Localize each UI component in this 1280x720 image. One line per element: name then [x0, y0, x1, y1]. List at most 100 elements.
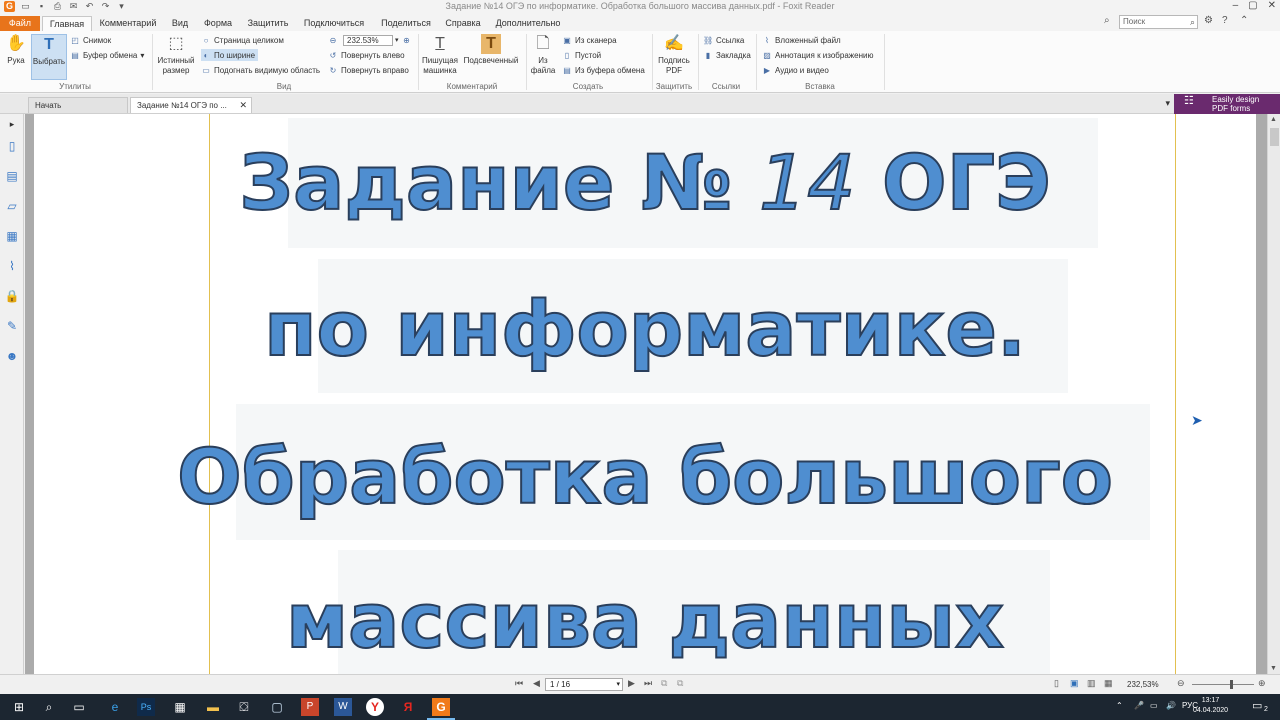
image-annotation-button[interactable]: ▨ Аннотация к изображению [762, 49, 873, 61]
clock[interactable]: 13:17 04.04.2020 [1193, 696, 1228, 716]
tab-extra[interactable]: Дополнительно [492, 16, 564, 31]
photoshop-icon[interactable]: Ps [137, 698, 155, 716]
zoom-input[interactable]: 232.53% [343, 34, 393, 46]
rotate-right-button[interactable]: ↻ Повернуть вправо [328, 64, 409, 76]
link-button[interactable]: ⛓ Ссылка [703, 34, 744, 46]
search-icon[interactable]: ⌕ [1190, 16, 1195, 28]
volume-icon[interactable]: 🔊 [1166, 701, 1176, 710]
close-tab-icon[interactable]: ✕ [239, 98, 247, 113]
select-tool-button[interactable]: T Выбрать [31, 34, 67, 80]
blank-button[interactable]: ▯ Пустой [562, 49, 601, 61]
tab-help[interactable]: Справка [442, 16, 484, 31]
tab-document[interactable]: Задание №14 ОГЭ по ... ✕ [130, 97, 252, 113]
zoom-level[interactable]: 232,53% [1127, 680, 1159, 689]
yandex-browser-icon[interactable]: Y [366, 698, 384, 716]
page-number-input[interactable]: 1 / 16 ▾ [545, 678, 623, 691]
layers-icon[interactable]: ▱ [4, 198, 20, 214]
file-explorer-icon[interactable]: ▬ [204, 698, 222, 716]
next-view-icon[interactable]: ⧉ [677, 678, 683, 689]
from-scanner-button[interactable]: ▣ Из сканера [562, 34, 616, 46]
previous-view-icon[interactable]: ⧉ [661, 678, 667, 689]
hand-tool-button[interactable]: ✋ Рука [4, 34, 28, 66]
sign-pdf-button[interactable]: ✍ Подпись PDF [656, 34, 692, 76]
tab-file[interactable]: Файл [0, 16, 40, 31]
from-file-button[interactable]: 🗋 Из файла [530, 34, 556, 76]
store-icon[interactable]: ⛋ [235, 698, 253, 716]
design-forms-banner[interactable]: ☷ Easily design PDF forms [1174, 94, 1280, 114]
foxit-reader-taskbar-icon[interactable]: G [427, 698, 455, 720]
fit-visible-button[interactable]: ▭ Подогнать видимую область [201, 64, 320, 76]
bookmark-button[interactable]: ▮ Закладка [703, 49, 751, 61]
powerpoint-icon[interactable]: P [301, 698, 319, 716]
find-icon[interactable]: ⌕ [1104, 15, 1110, 26]
scroll-down-icon[interactable]: ▼ [1270, 665, 1277, 672]
scroll-thumb[interactable] [1270, 128, 1279, 146]
app-icon[interactable]: ▢ [268, 698, 286, 716]
search-input[interactable]: Поиск ⌕ [1119, 15, 1198, 29]
snapshot-button[interactable]: ◰ Снимок [70, 34, 111, 46]
word-icon[interactable]: W [334, 698, 352, 716]
zoom-slider[interactable] [1192, 680, 1254, 689]
attachments-icon[interactable]: ⌇ [4, 258, 20, 274]
yandex-icon[interactable]: Я [399, 698, 417, 716]
zoom-in-icon[interactable]: ⊕ [402, 36, 412, 45]
chevron-down-icon[interactable]: ▾ [616, 679, 620, 690]
tab-protect[interactable]: Защитить [244, 16, 292, 31]
document-viewport[interactable]: Задание № 14 ОГЭ по информатике. Обработ… [25, 114, 1267, 674]
security-lock-icon[interactable]: 🔒 [4, 288, 20, 304]
comments-icon[interactable]: ▦ [4, 228, 20, 244]
tab-view[interactable]: Вид [166, 16, 194, 31]
attached-file-button[interactable]: ⌇ Вложенный файл [762, 34, 841, 46]
tray-chevron-icon[interactable]: ⌃ [1116, 701, 1123, 710]
chevron-down-icon[interactable]: ▾ [395, 36, 399, 44]
tab-form[interactable]: Форма [200, 16, 236, 31]
previous-page-icon[interactable]: ◀ [533, 678, 540, 689]
calendar-icon[interactable]: ▦ [171, 698, 189, 716]
panel-expand-icon[interactable]: ▸ [4, 116, 20, 132]
zoom-in-icon[interactable]: ⊕ [1258, 678, 1266, 689]
microphone-icon[interactable]: 🎤 [1134, 701, 1144, 710]
typewriter-button[interactable]: T̲ Пишущая машинка [422, 34, 458, 76]
single-page-icon[interactable]: ▯ [1054, 678, 1059, 689]
close-icon[interactable]: ✕ [1268, 0, 1276, 11]
tab-comment[interactable]: Комментарий [96, 16, 160, 31]
fit-width-button[interactable]: ◐ По ширине [201, 49, 259, 61]
user-icon[interactable]: ☻ [4, 348, 20, 364]
signatures-icon[interactable]: ✎ [4, 318, 20, 334]
last-page-icon[interactable]: ⏭ [644, 678, 652, 689]
tab-share[interactable]: Поделиться [378, 16, 434, 31]
highlight-button[interactable]: T Подсвеченный [462, 34, 520, 66]
edge-icon[interactable]: e [106, 698, 124, 716]
continuous-page-icon[interactable]: ▣ [1070, 678, 1079, 689]
expand-icon[interactable]: ⌃ [1240, 15, 1248, 26]
bookmarks-icon[interactable]: ▤ [4, 168, 20, 184]
help-icon[interactable]: ? [1222, 15, 1228, 26]
task-view-icon[interactable]: ▭ [70, 698, 88, 716]
first-page-icon[interactable]: ⏮ [515, 678, 523, 689]
vertical-scrollbar[interactable]: ▲ ▼ [1267, 114, 1280, 674]
minimize-icon[interactable]: – [1233, 0, 1239, 11]
notifications-icon[interactable]: ▭ [1252, 699, 1262, 712]
gear-icon[interactable]: ⚙ [1204, 15, 1213, 26]
continuous-facing-icon[interactable]: ▦ [1104, 678, 1113, 689]
tab-connect[interactable]: Подключиться [300, 16, 368, 31]
tab-home[interactable]: Главная [42, 16, 92, 31]
next-page-icon[interactable]: ▶ [628, 678, 635, 689]
audio-video-button[interactable]: ▶ Аудио и видео [762, 64, 829, 76]
windows-start-icon[interactable]: ⊞ [10, 698, 28, 716]
rotate-left-button[interactable]: ↺ Повернуть влево [328, 49, 405, 61]
tab-start[interactable]: Начать [28, 97, 128, 113]
network-icon[interactable]: ▭ [1150, 701, 1158, 710]
whole-page-button[interactable]: ○ Страница целиком [201, 34, 284, 46]
page-thumbnails-icon[interactable]: ▯ [4, 138, 20, 154]
zoom-out-icon[interactable]: ⊖ [1177, 678, 1185, 689]
zoom-slider-knob[interactable] [1230, 680, 1233, 689]
actual-size-button[interactable]: ⬚ Истинный размер [156, 34, 196, 76]
scroll-up-icon[interactable]: ▲ [1270, 116, 1277, 123]
maximize-icon[interactable]: ▢ [1248, 0, 1257, 11]
zoom-out-icon[interactable]: ⊖ [328, 36, 338, 45]
clipboard-button[interactable]: ▤ Буфер обмена ▾ [70, 49, 144, 61]
from-clipboard-button[interactable]: ▤ Из буфера обмена [562, 64, 645, 76]
tabs-dropdown-icon[interactable]: ▾ [1165, 98, 1170, 109]
search-icon[interactable]: ⌕ [40, 698, 58, 716]
